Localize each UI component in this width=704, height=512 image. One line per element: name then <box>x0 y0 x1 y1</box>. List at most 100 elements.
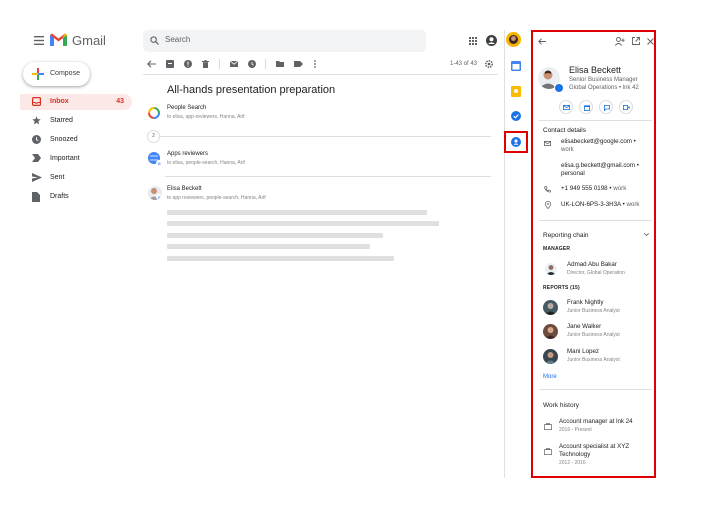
draft-icon <box>32 192 40 202</box>
tasks-icon[interactable] <box>511 111 521 121</box>
contact-title: Senior Business Manager <box>569 77 638 83</box>
sidebar-item-sent[interactable]: Sent <box>20 170 132 186</box>
manager-role: Director, Global Operation <box>567 270 625 276</box>
location-pin-icon <box>545 201 551 209</box>
message-divider <box>165 176 491 177</box>
report-name: Frank Nightly <box>567 299 604 306</box>
star-icon <box>32 116 41 125</box>
message-apps-reviewers[interactable]: G Apps reviewers to elisa, people-search… <box>148 151 488 167</box>
user-avatar[interactable] <box>506 32 521 47</box>
collapsed-count-badge[interactable]: 2 <box>147 130 160 143</box>
back-arrow-icon[interactable] <box>538 38 546 45</box>
chevron-down-icon[interactable] <box>644 233 649 236</box>
more-reports-link[interactable]: More <box>543 374 557 380</box>
report-role: Junior Business Analyst <box>567 332 620 338</box>
phone-number-row[interactable]: +1 949 555 0198 • work <box>561 185 626 193</box>
important-icon <box>32 154 41 162</box>
plus-icon <box>32 68 44 80</box>
desk-type: work <box>626 201 640 208</box>
inbox-icon <box>32 97 41 106</box>
email-address: elisabeckett@google.com <box>561 138 632 145</box>
manager-avatar <box>545 263 557 275</box>
report-spam-icon[interactable] <box>184 60 192 68</box>
sidebar-item-important[interactable]: Important <box>20 151 132 167</box>
briefcase-icon <box>544 423 552 430</box>
history-role-cont: Technology <box>559 451 591 458</box>
delete-icon[interactable] <box>202 60 209 68</box>
email-action-button[interactable] <box>559 100 573 114</box>
report-row[interactable]: Frank Nightly Junior Business Analyst <box>543 299 653 317</box>
body-placeholder-line <box>167 233 383 238</box>
contact-name: Elisa Beckett <box>569 65 622 75</box>
label-icon[interactable] <box>294 60 303 68</box>
pagination-text: 1-43 of 43 <box>450 61 478 67</box>
sidebar-item-drafts[interactable]: Drafts <box>20 189 132 205</box>
clock-icon <box>32 135 41 144</box>
toolbar-separator <box>219 59 220 69</box>
archive-icon[interactable] <box>166 60 174 68</box>
body-placeholder-line <box>167 256 394 261</box>
message-people-search[interactable]: People Search to elisa, app-reviewers, H… <box>148 105 488 121</box>
video-action-button[interactable] <box>619 100 633 114</box>
personal-email[interactable]: elisa.g.beckett@gmail.com • personal <box>561 162 651 178</box>
sidebar-item-inbox[interactable]: Inbox 43 <box>20 94 132 110</box>
email-address: elisa.g.beckett@gmail.com <box>561 162 636 169</box>
search-input[interactable]: Search <box>165 35 190 44</box>
chat-action-button[interactable] <box>599 100 613 114</box>
history-years: 2016 - Present <box>559 427 592 433</box>
more-vert-icon[interactable] <box>314 60 316 68</box>
apps-grid-icon[interactable] <box>469 37 477 45</box>
sidebar-item-snoozed[interactable]: Snoozed <box>20 132 132 148</box>
move-to-icon[interactable] <box>276 60 284 68</box>
recipients: to app reviewers, people-search, Hanna, … <box>167 195 266 201</box>
manager-row[interactable]: Admad Abu Bakar Director, Global Operati… <box>543 261 653 279</box>
close-icon[interactable] <box>647 38 654 45</box>
keep-icon[interactable] <box>511 86 521 97</box>
sidebar-item-label: Starred <box>50 117 73 124</box>
phone-type: work <box>613 185 627 192</box>
event-icon <box>583 104 590 111</box>
snooze-icon[interactable] <box>248 60 256 68</box>
section-divider <box>539 389 652 390</box>
section-divider <box>539 120 652 121</box>
recipients: to elisa, app-reviewers, Hanna, Arif <box>167 114 245 120</box>
open-in-new-icon[interactable] <box>632 37 640 45</box>
work-email[interactable]: elisabeckett@google.com • work <box>561 138 651 154</box>
people-search-icon <box>148 107 160 119</box>
manager-caption: MANAGER <box>543 246 571 252</box>
toolbar-divider <box>143 74 498 75</box>
sidebar-item-label: Drafts <box>50 193 69 200</box>
sidebar-item-label: Important <box>50 155 80 162</box>
back-arrow-icon[interactable] <box>147 60 156 68</box>
mail-icon <box>563 105 570 110</box>
google-workspace-badge <box>554 83 564 93</box>
desk-location: UK-LON-6PS-3-3H3A <box>561 201 621 208</box>
message-elisa-beckett[interactable]: G Elisa Beckett to app reviewers, people… <box>148 186 488 202</box>
report-avatar <box>543 324 558 339</box>
calendar-action-button[interactable] <box>579 100 593 114</box>
history-role: Account specialist at XYZ <box>559 443 630 450</box>
gmail-logo-icon[interactable] <box>50 33 67 46</box>
phone-icon <box>544 186 551 193</box>
history-years: 2012 - 2016 <box>559 460 586 466</box>
add-contact-icon[interactable] <box>615 37 625 46</box>
report-row[interactable]: Mani Lopez Junior Business Analyst <box>543 348 653 366</box>
calendar-icon[interactable] <box>511 61 521 71</box>
body-placeholder-line <box>167 244 370 249</box>
compose-button[interactable]: Compose <box>23 62 90 86</box>
report-name: Jane Walker <box>567 323 602 330</box>
account-circle-icon[interactable] <box>486 35 497 46</box>
main-menu-icon[interactable] <box>34 36 44 45</box>
report-row[interactable]: Jane Walker Junior Business Analyst <box>543 323 653 341</box>
chat-icon <box>603 104 610 111</box>
report-name: Mani Lopez <box>567 348 599 355</box>
settings-gear-icon[interactable] <box>485 60 493 68</box>
search-bar[interactable]: Search <box>143 30 426 52</box>
app-name: Gmail <box>72 33 106 48</box>
sidebar-item-starred[interactable]: Starred <box>20 113 132 129</box>
briefcase-icon <box>544 448 552 455</box>
reports-caption: REPORTS (15) <box>543 285 580 291</box>
side-panel-divider <box>504 30 505 478</box>
search-icon[interactable] <box>150 36 159 45</box>
mark-unread-icon[interactable] <box>230 60 238 68</box>
